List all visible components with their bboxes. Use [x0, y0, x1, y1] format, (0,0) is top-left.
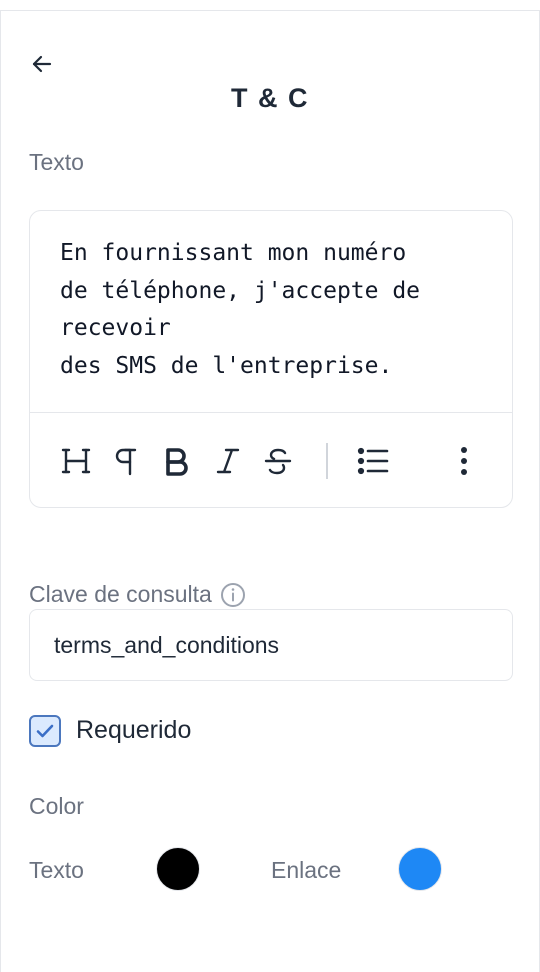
- lookup-key-label-row: Clave de consulta: [29, 581, 246, 608]
- text-color-label: Texto: [29, 857, 84, 883]
- info-icon[interactable]: [220, 582, 246, 608]
- lookup-key-label: Clave de consulta: [29, 581, 212, 607]
- back-button[interactable]: [27, 49, 57, 79]
- editor-content[interactable]: En fournissant mon numéro de téléphone, …: [60, 235, 482, 385]
- check-icon: [36, 724, 54, 738]
- editor-toolbar: [30, 413, 512, 508]
- bullet-list-button[interactable]: [355, 441, 391, 481]
- italic-button[interactable]: [210, 441, 246, 481]
- heading-icon: [61, 448, 91, 474]
- required-label[interactable]: Requerido: [76, 716, 191, 745]
- bullet-list-icon: [357, 447, 389, 475]
- color-section-label: Color: [29, 793, 84, 819]
- settings-panel: T & C Texto En fournissant mon numéro de…: [0, 10, 540, 972]
- arrow-left-icon: [32, 55, 52, 73]
- italic-icon: [216, 448, 240, 474]
- link-color-swatch[interactable]: [398, 847, 442, 891]
- page-title: T & C: [231, 83, 309, 113]
- paragraph-icon: [115, 448, 137, 476]
- heading-button[interactable]: [58, 441, 94, 481]
- paragraph-button[interactable]: [108, 441, 144, 481]
- strikethrough-button[interactable]: [260, 441, 296, 481]
- strikethrough-icon: [264, 448, 292, 475]
- required-checkbox[interactable]: [29, 715, 61, 747]
- lookup-key-input[interactable]: [29, 609, 513, 681]
- more-vertical-icon: [461, 447, 467, 475]
- bold-button[interactable]: [159, 441, 195, 481]
- toolbar-separator: [326, 443, 328, 479]
- text-color-swatch[interactable]: [156, 847, 200, 891]
- text-section-label: Texto: [29, 149, 84, 175]
- link-color-label: Enlace: [271, 857, 342, 883]
- more-options-button[interactable]: [446, 441, 482, 481]
- rich-text-editor: En fournissant mon numéro de téléphone, …: [29, 210, 513, 508]
- bold-icon: [166, 448, 188, 476]
